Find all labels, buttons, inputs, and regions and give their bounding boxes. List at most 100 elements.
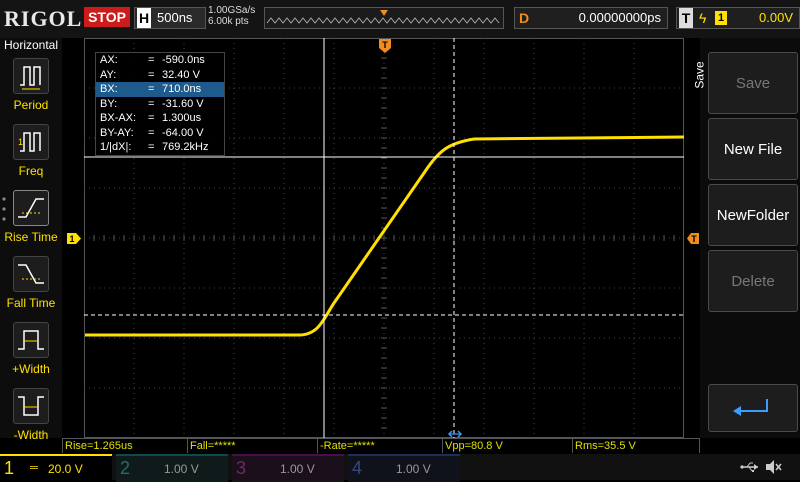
save-menu-title: Save: [692, 61, 707, 89]
measure-fall[interactable]: Fall=*****: [187, 438, 317, 453]
cursor-name: AY:: [100, 68, 117, 81]
rise-time-icon: [13, 190, 49, 226]
rise-time-label: Rise Time: [4, 230, 58, 244]
freq-label: Freq: [18, 164, 44, 178]
channel-4-tab[interactable]: 4 1.00 V: [348, 454, 460, 482]
ch1-offset-marker[interactable]: 1: [66, 232, 82, 245]
channel-number: 2: [120, 458, 131, 478]
measure-rise[interactable]: Rise=1.265us: [62, 438, 187, 453]
delete-button-label: Delete: [731, 273, 775, 290]
cursor-eq: =: [148, 141, 155, 153]
memory-window-overview[interactable]: [264, 7, 504, 29]
cursor-readout-table: AX: = -590.0ns AY: = 32.40 V BX: = 710.0…: [95, 52, 225, 156]
channel-status-bar: 1 ═ 20.0 V 2 1.00 V 3 1.00 V 4 1.00 V: [0, 454, 800, 482]
channel-number: 1: [4, 458, 15, 478]
cursor-value: 769.2kHz: [162, 141, 209, 153]
period-label: Period: [13, 98, 49, 112]
horizontal-measure-menu: Horizontal Period 1 Freq Rise Time Fall …: [0, 38, 62, 442]
measure-fall-time-button[interactable]: Fall Time: [0, 256, 62, 320]
cursor-row-ay: AY: = 32.40 V: [96, 68, 224, 83]
measure-period-button[interactable]: Period: [0, 58, 62, 122]
measure-neg-rate[interactable]: -Rate=*****: [317, 438, 442, 453]
channel-number: 3: [236, 458, 247, 478]
delay-value: 0.00000000ps: [578, 10, 661, 25]
trigger-position-marker: [380, 10, 388, 16]
measure-positive-width-button[interactable]: +Width: [0, 322, 62, 386]
cursor-name: AX:: [100, 54, 118, 66]
svg-text:1: 1: [69, 234, 74, 244]
fall-time-label: Fall Time: [6, 296, 56, 310]
cursor-eq: =: [148, 126, 155, 139]
cursor-row-bx-ax: BX-AX: = 1.300us: [96, 111, 224, 126]
cursor-value: 710.0ns: [162, 83, 202, 95]
trigger-source: 1: [715, 11, 727, 25]
ch1-waveform-trace: [85, 135, 684, 337]
new-file-button-label: New File: [723, 141, 783, 158]
trigger-label: T: [679, 8, 693, 28]
return-button[interactable]: [708, 384, 798, 432]
positive-width-label: +Width: [12, 362, 50, 376]
delete-button[interactable]: Delete: [708, 250, 798, 312]
menu-page-dots: [2, 197, 6, 221]
new-folder-button-label: NewFolder: [716, 207, 790, 224]
timebase-control[interactable]: H 500ns: [134, 7, 206, 29]
channel-3-tab[interactable]: 3 1.00 V: [232, 454, 344, 482]
cursor-row-inv-dx: 1/|dX|: = 769.2kHz: [96, 140, 224, 155]
cursor-value: 1.300us: [162, 112, 202, 124]
timebase-label: H: [137, 8, 151, 28]
new-folder-button[interactable]: NewFolder: [708, 184, 798, 246]
save-button-label: Save: [735, 75, 771, 92]
edge-trigger-icon: ϟ: [699, 10, 707, 26]
cursor-row-bx[interactable]: BX: = 710.0ns: [96, 82, 224, 97]
trigger-control[interactable]: T ϟ 1 0.00V: [676, 7, 800, 29]
save-button[interactable]: Save: [708, 52, 798, 114]
channel-scale: 20.0 V: [48, 462, 83, 476]
delay-label: D: [518, 10, 530, 26]
brand-logo: RIGOL: [4, 6, 83, 31]
cursor-name: BX-AX:: [100, 112, 137, 124]
trigger-level: 0.00V: [759, 10, 793, 25]
cursor-name: BY-AY:: [100, 126, 134, 139]
channel-scale: 1.00 V: [164, 462, 199, 476]
menu-title: Horizontal: [3, 38, 59, 52]
channel-scale: 1.00 V: [396, 462, 431, 476]
measure-rise-time-button[interactable]: Rise Time: [0, 190, 62, 254]
cursor-value: -64.00 V: [162, 126, 204, 139]
trigger-time-marker[interactable]: T: [378, 38, 392, 54]
cursor-name: BX:: [100, 83, 118, 95]
measure-vpp[interactable]: Vpp=80.8 V: [442, 438, 572, 453]
timebase-value: 500ns: [157, 10, 193, 25]
cursor-eq: =: [148, 112, 155, 124]
horizontal-position-icon: [448, 430, 462, 438]
channel-number: 4: [352, 458, 363, 478]
measure-negative-width-button[interactable]: -Width: [0, 388, 62, 452]
cursor-value: -31.60 V: [162, 97, 204, 110]
cursor-value: -590.0ns: [162, 54, 205, 66]
negative-width-label: -Width: [13, 428, 49, 442]
channel-1-tab[interactable]: 1 ═ 20.0 V: [0, 454, 112, 482]
svg-text:T: T: [691, 234, 697, 244]
cursor-row-by-ay: BY-AY: = -64.00 V: [96, 126, 224, 141]
negative-width-icon: [13, 388, 49, 424]
cursor-row-ax: AX: = -590.0ns: [96, 53, 224, 68]
horizontal-delay-control[interactable]: D 0.00000000ps: [514, 7, 668, 29]
fall-time-icon: [13, 256, 49, 292]
top-status-bar: RIGOL STOP H 500ns 1.00GSa/s 6.00k pts D…: [0, 0, 800, 38]
sample-rate: 1.00GSa/s: [208, 5, 256, 16]
run-stop-indicator[interactable]: STOP: [84, 7, 130, 27]
trigger-level-marker[interactable]: T: [686, 232, 700, 245]
channel-2-tab[interactable]: 2 1.00 V: [116, 454, 228, 482]
new-file-button[interactable]: New File: [708, 118, 798, 180]
save-menu-panel: Save Save New File NewFolder Delete: [693, 38, 800, 438]
positive-width-icon: [13, 322, 49, 358]
usb-icon: [740, 462, 758, 472]
cursor-eq: =: [148, 83, 155, 95]
cursor-eq: =: [148, 54, 155, 66]
cursor-eq: =: [148, 97, 155, 110]
svg-text:T: T: [382, 40, 388, 50]
measure-rms[interactable]: Rms=35.5 V: [572, 438, 700, 453]
dc-coupling-icon: ═: [30, 462, 38, 474]
channel-scale: 1.00 V: [280, 462, 315, 476]
sound-muted-icon[interactable]: [764, 459, 782, 475]
measure-freq-button[interactable]: 1 Freq: [0, 124, 62, 188]
